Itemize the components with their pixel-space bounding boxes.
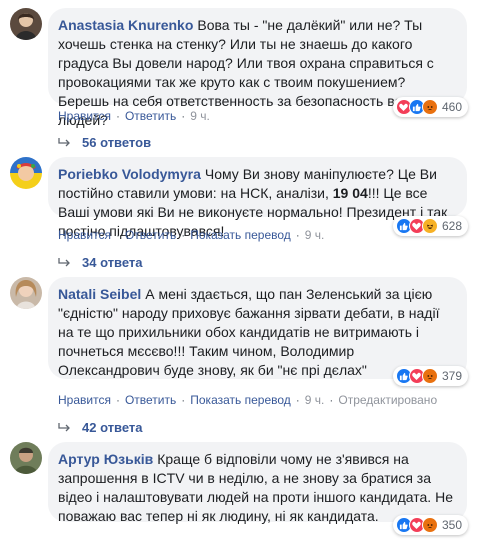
reaction-count: 460: [441, 100, 462, 114]
comment-bubble: Anastasia Knurenko Вова ты - "не далёкий"…: [48, 8, 467, 128]
angry-icon: [421, 368, 438, 384]
replies-count[interactable]: 42 ответа: [82, 420, 143, 435]
reaction-summary[interactable]: 460: [392, 97, 468, 117]
show-translation-link[interactable]: Показать перевод: [190, 393, 291, 407]
comment-time[interactable]: 9 ч.: [190, 109, 210, 123]
comment-author[interactable]: Артур Юзьків: [58, 451, 153, 467]
reaction-summary[interactable]: 628: [392, 216, 468, 236]
like-link[interactable]: Нравится: [58, 393, 111, 407]
like-link[interactable]: Нравится: [58, 228, 111, 242]
reply-arrow-icon: [58, 257, 70, 266]
comment-time[interactable]: 9 ч.: [305, 228, 325, 242]
reaction-summary[interactable]: 379: [392, 366, 468, 386]
comment-bubble: Natali Seibel А мені здається, що пан Зел…: [48, 277, 467, 379]
show-translation-link[interactable]: Показать перевод: [190, 228, 291, 242]
avatar[interactable]: [10, 8, 42, 40]
comment-bubble: Poriebko Volodymyra Чому Ви знову маніпул…: [48, 157, 467, 239]
reaction-summary[interactable]: 350: [392, 515, 468, 535]
view-replies-link[interactable]: 56 ответов: [58, 135, 151, 150]
comment-actions: Нравится · Ответить · Показать перевод · 9 ч.: [58, 228, 325, 242]
reaction-count: 350: [441, 518, 462, 532]
angry-icon: [421, 99, 438, 115]
avatar[interactable]: [10, 157, 42, 189]
comment-author[interactable]: Natali Seibel: [58, 286, 141, 302]
comment-time[interactable]: 9 ч.: [305, 393, 325, 407]
reply-arrow-icon: [58, 422, 70, 431]
comment-author[interactable]: Poriebko Volodymyra: [58, 166, 201, 182]
like-link[interactable]: Нравится: [58, 109, 111, 123]
reply-link[interactable]: Ответить: [125, 228, 176, 242]
reply-link[interactable]: Ответить: [125, 109, 176, 123]
view-replies-link[interactable]: 34 ответа: [58, 255, 143, 270]
comment-actions: Нравится · Ответить · 9 ч.: [58, 109, 210, 123]
edited-label[interactable]: Отредактировано: [338, 393, 437, 407]
reaction-count: 379: [441, 369, 462, 383]
comment-bubble: Артур Юзьків Краще б відповіли чому не з'…: [48, 442, 467, 524]
avatar[interactable]: [10, 442, 42, 474]
replies-count[interactable]: 56 ответов: [82, 135, 151, 150]
angry-icon: [421, 517, 438, 533]
comment-author[interactable]: Anastasia Knurenko: [58, 17, 193, 33]
haha-icon: [421, 218, 438, 234]
reply-arrow-icon: [58, 137, 70, 146]
comment-actions: Нравится · Ответить · Показать перевод · 9 ч. ·…: [58, 393, 438, 407]
replies-count[interactable]: 34 ответа: [82, 255, 143, 270]
avatar[interactable]: [10, 277, 42, 309]
reaction-count: 628: [441, 219, 462, 233]
reply-link[interactable]: Ответить: [125, 393, 176, 407]
view-replies-link[interactable]: 42 ответа: [58, 420, 143, 435]
